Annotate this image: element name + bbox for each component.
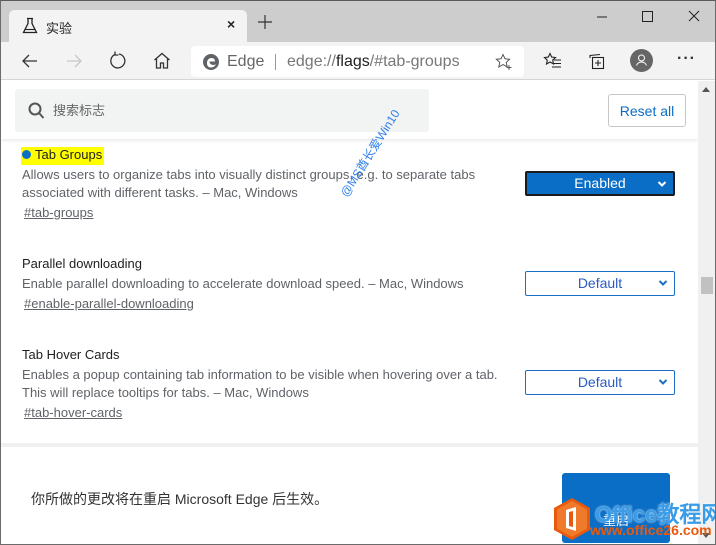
browser-window: 实验 × Edge edge://flags/#tab-groups ··· 搜… [0, 0, 716, 545]
experiment-link[interactable]: #tab-hover-cards [24, 405, 122, 420]
experiment-title: Tab Groups [21, 147, 105, 165]
maximize-icon[interactable] [633, 7, 663, 27]
scroll-up-arrow-icon[interactable] [702, 87, 710, 92]
title-bar: 实验 × [1, 1, 715, 43]
experiment-link[interactable]: #tab-groups [24, 205, 93, 220]
chevron-down-icon [658, 379, 668, 385]
experiment-link[interactable]: #enable-parallel-downloading [24, 296, 194, 311]
search-icon [28, 102, 45, 119]
beaker-icon [22, 17, 38, 34]
search-input[interactable] [53, 89, 423, 132]
experiment-description: Allows users to organize tabs into visua… [22, 167, 476, 200]
refresh-icon[interactable] [107, 50, 129, 72]
flags-page: Reset all Tab Groups Allows users to org… [1, 81, 698, 544]
back-arrow-icon[interactable] [19, 50, 41, 72]
forward-arrow-icon[interactable] [63, 50, 85, 72]
flags-header: Reset all [1, 81, 698, 139]
profile-avatar-icon[interactable] [630, 49, 653, 72]
more-options-icon[interactable]: ··· [677, 50, 696, 68]
tab-hover-cards-select[interactable]: Default [525, 370, 675, 395]
experiment-description: Enable parallel downloading to accelerat… [22, 276, 464, 291]
chevron-down-icon [658, 280, 668, 286]
vertical-scrollbar[interactable] [698, 81, 715, 544]
edge-logo-icon [203, 54, 219, 70]
tab-groups-select[interactable]: Enabled [525, 171, 675, 196]
office-logo-icon [554, 498, 590, 540]
search-box[interactable] [15, 89, 429, 132]
favorites-list-icon[interactable] [543, 51, 563, 71]
chevron-down-icon [657, 181, 667, 187]
tab-title: 实验 [46, 21, 73, 36]
site-identity-label: Edge [227, 53, 265, 70]
home-icon[interactable] [151, 50, 173, 72]
add-favorite-star-icon[interactable] [495, 53, 513, 71]
experiment-title: Tab Hover Cards [22, 347, 120, 362]
restart-message: 你所做的更改将在重启 Microsoft Edge 后生效。 [31, 491, 329, 507]
experiment-description: Enables a popup containing tab informati… [22, 367, 498, 400]
tab-close-icon[interactable]: × [227, 16, 235, 32]
modified-indicator-dot [22, 150, 31, 159]
minimize-icon[interactable] [587, 7, 617, 27]
tab-experiments[interactable]: 实验 × [9, 10, 247, 43]
close-icon[interactable] [679, 7, 709, 27]
experiment-title: Parallel downloading [22, 256, 142, 271]
collections-icon[interactable] [587, 51, 607, 71]
address-bar[interactable]: Edge edge://flags/#tab-groups [191, 46, 524, 77]
address-separator [275, 54, 276, 70]
scrollbar-thumb[interactable] [701, 277, 713, 294]
reset-all-button[interactable]: Reset all [608, 94, 686, 127]
navigation-toolbar: Edge edge://flags/#tab-groups ··· [1, 42, 715, 80]
parallel-downloading-select[interactable]: Default [525, 271, 675, 296]
plus-icon[interactable] [255, 12, 275, 32]
url-watermark: www.office26.com [590, 522, 712, 538]
url-text[interactable]: edge://flags/#tab-groups [287, 53, 460, 71]
